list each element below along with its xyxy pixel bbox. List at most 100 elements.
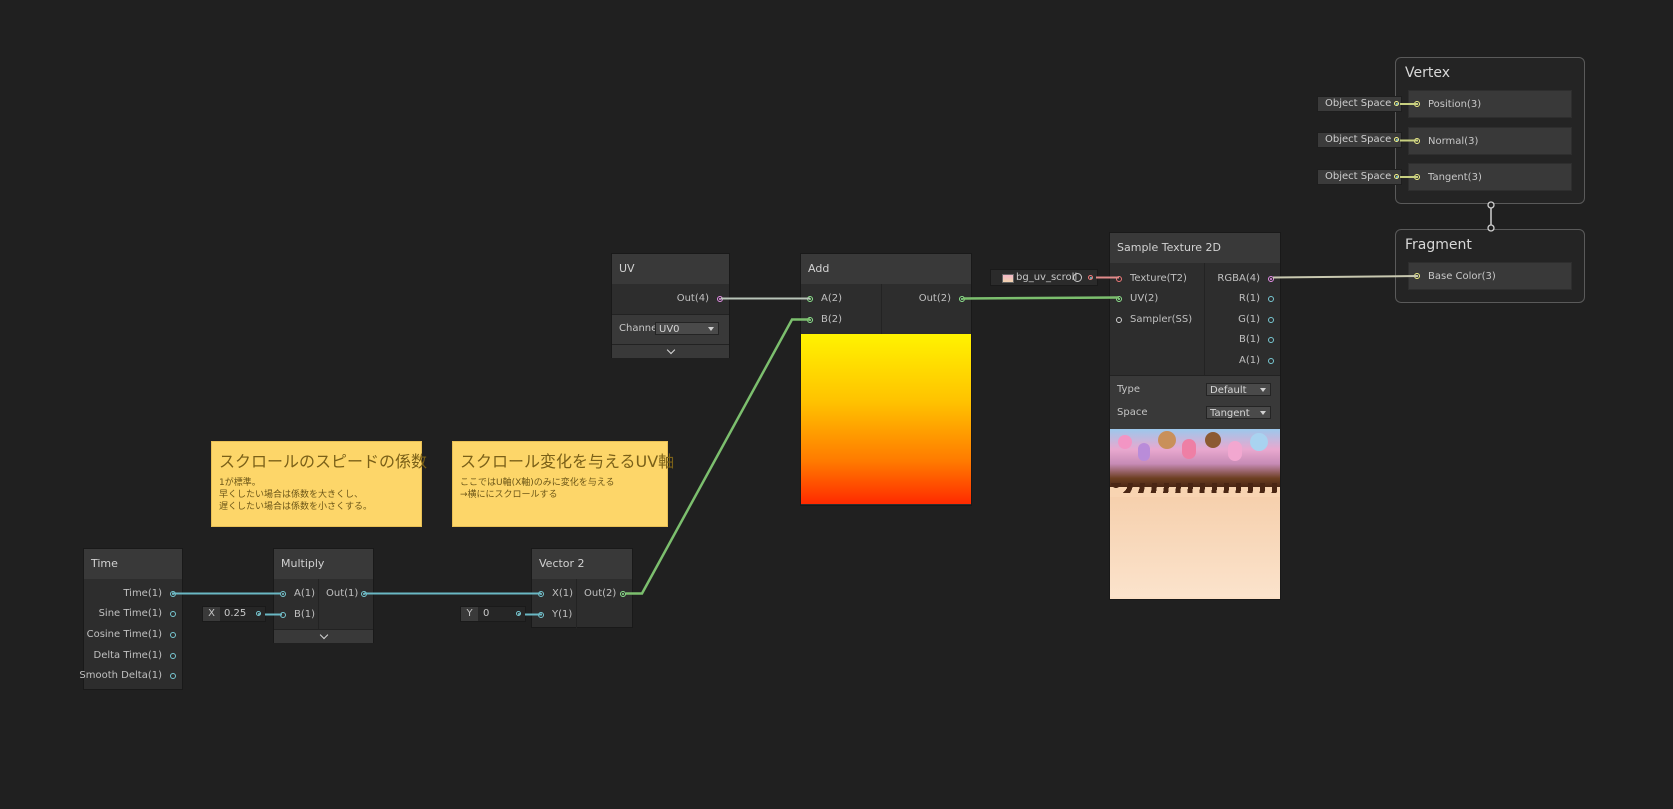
type-label: Type [1117,384,1140,395]
sample-texture-2d-node[interactable]: Sample Texture 2D Texture(T2) UV(2) Samp… [1109,232,1281,600]
output-port-icon[interactable] [361,591,367,597]
output-port-icon[interactable] [717,296,723,302]
time-node[interactable]: Time Time(1) Sine Time(1) Cosine Time(1)… [79,548,183,690]
object-space-tangent[interactable]: Object Space [1317,169,1402,185]
sticky-note-uv-axis[interactable]: スクロール変化を与えるUV軸 ここではU軸(X軸)のみに変化を与える →横ににス… [452,441,674,527]
dropdown-arrow-icon [1260,388,1266,392]
type-dropdown[interactable]: Default [1206,383,1271,396]
cosine-time-port-icon[interactable] [170,632,176,638]
input-uv-port-icon[interactable] [1116,296,1122,302]
dropdown-arrow-icon [1260,411,1266,415]
vertex-block-tangent[interactable]: Tangent(3) [1408,163,1572,191]
texture-property-field[interactable]: bg_uv_scroll [990,269,1098,286]
block-label: Normal(3) [1428,136,1479,147]
output-port-icon[interactable] [620,591,626,597]
output-out[interactable]: Out(2) [584,587,616,601]
value-input[interactable]: 0.25 [224,608,246,620]
vector2-y-inline-field[interactable]: Y 0 [460,606,526,622]
normal-port-icon[interactable] [1414,138,1420,144]
add-preview [801,334,971,504]
output-time[interactable]: Time(1) [123,587,162,601]
multiply-b-inline-field[interactable]: X 0.25 [202,606,266,622]
output-b-port-icon[interactable] [1268,337,1274,343]
output-sine-time[interactable]: Sine Time(1) [99,607,162,621]
object-space-position[interactable]: Object Space [1317,96,1402,112]
output-port-icon[interactable] [959,296,965,302]
channel-dropdown[interactable]: UV0 [655,322,719,335]
texture-thumbnail-icon [1002,274,1014,283]
block-label: Base Color(3) [1428,271,1496,282]
value-input[interactable]: 0 [483,608,489,620]
input-x[interactable]: X(1) [552,587,573,601]
port-icon [1088,275,1093,280]
position-port-icon[interactable] [1414,101,1420,107]
node-title: Add [801,254,971,284]
sticky-body: ここではU軸(X軸)のみに変化を与える →横ににスクロールする [460,478,615,500]
base-color-port-icon[interactable] [1414,273,1420,279]
output-out[interactable]: Out(2) [919,292,951,306]
fragment-block-base-color[interactable]: Base Color(3) [1408,262,1572,290]
wire-add-to-sample-uv[interactable] [962,296,1120,300]
target-icon[interactable] [1073,273,1082,282]
axis-label: X [203,607,220,621]
output-cosine-time[interactable]: Cosine Time(1) [87,628,162,642]
output-a-port-icon[interactable] [1268,358,1274,364]
input-a[interactable]: A(2) [821,292,842,306]
input-sampler-port-icon[interactable] [1116,317,1122,323]
output-g-port-icon[interactable] [1268,317,1274,323]
output-out[interactable]: Out(4) [677,292,709,306]
output-delta-time[interactable]: Delta Time(1) [94,649,163,663]
input-a-port-icon[interactable] [280,591,286,597]
input-texture-port-icon[interactable] [1116,276,1122,282]
sticky-note-speed[interactable]: スクロールのスピードの係数 1が標準。 早くしたい場合は係数を大きくし、 遅くし… [211,441,427,527]
chevron-down-icon[interactable] [274,629,373,643]
texture-property-name: bg_uv_scroll [1016,272,1078,283]
input-texture[interactable]: Texture(T2) [1130,272,1187,286]
input-y[interactable]: Y(1) [552,608,572,622]
input-b-port-icon[interactable] [280,612,286,618]
vertex-block-position[interactable]: Position(3) [1408,90,1572,118]
multiply-node[interactable]: Multiply A(1) B(1) Out(1) [273,548,374,643]
delta-time-port-icon[interactable] [170,653,176,659]
fragment-stack[interactable]: Fragment Base Color(3) [1395,229,1585,303]
input-y-port-icon[interactable] [538,612,544,618]
output-g[interactable]: G(1) [1238,313,1260,327]
dropdown-arrow-icon [708,327,714,331]
vertex-stack[interactable]: Vertex Position(3) Normal(3) Tangent(3) [1395,57,1585,204]
uv-node[interactable]: UV Out(4) Channe UV0 [611,253,730,358]
input-a[interactable]: A(1) [294,587,315,601]
object-space-normal[interactable]: Object Space [1317,132,1402,148]
input-a-port-icon[interactable] [807,296,813,302]
chevron-down-icon[interactable] [612,344,729,358]
input-uv[interactable]: UV(2) [1130,292,1158,306]
output-smooth-delta[interactable]: Smooth Delta(1) [79,669,162,683]
time-port-icon[interactable] [170,591,176,597]
output-rgba[interactable]: RGBA(4) [1217,272,1260,286]
sine-time-port-icon[interactable] [170,611,176,617]
vector2-node[interactable]: Vector 2 X(1) Y(1) Out(2) [531,548,633,629]
node-title: Time [84,549,182,579]
fragment-title: Fragment [1405,237,1472,253]
input-sampler[interactable]: Sampler(SS) [1130,313,1192,327]
port-icon [1394,137,1399,142]
output-a[interactable]: A(1) [1239,354,1260,368]
input-x-port-icon[interactable] [538,591,544,597]
space-dropdown[interactable]: Tangent [1206,406,1271,419]
input-b-port-icon[interactable] [807,317,813,323]
output-r-port-icon[interactable] [1268,296,1274,302]
output-out[interactable]: Out(1) [326,587,358,601]
block-label: Tangent(3) [1428,172,1482,183]
add-node[interactable]: Add A(2) B(2) Out(2) [800,253,972,506]
port-icon [1394,174,1399,179]
input-b[interactable]: B(1) [294,608,315,622]
output-b[interactable]: B(1) [1239,333,1260,347]
output-r[interactable]: R(1) [1239,292,1260,306]
smooth-delta-port-icon[interactable] [170,673,176,679]
output-rgba-port-icon[interactable] [1268,276,1274,282]
texture-preview [1110,429,1280,599]
vertex-block-normal[interactable]: Normal(3) [1408,127,1572,155]
axis-label: Y [461,607,478,621]
space-label: Space [1117,407,1148,418]
tangent-port-icon[interactable] [1414,174,1420,180]
input-b[interactable]: B(2) [821,313,842,327]
